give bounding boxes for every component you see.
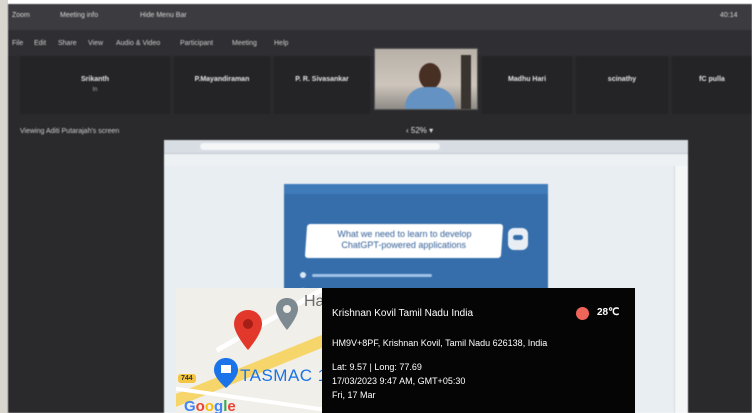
map-pin-icon [276, 298, 298, 330]
logo-letter: G [184, 398, 196, 413]
meeting-top-bar: Zoom Meeting info Hide Menu Bar 40:14 [8, 4, 752, 30]
gps-address: HM9V+8PF, Krishnan Kovil, Tamil Nadu 626… [332, 338, 548, 348]
participant-name: P.Mayandiraman [194, 76, 250, 83]
participant-tile[interactable]: Srikanth In [20, 56, 170, 114]
address-bar[interactable] [200, 143, 440, 150]
browser-toolbar [164, 154, 688, 166]
room-wall [0, 0, 8, 413]
bullet-icon [300, 272, 306, 278]
chevron-down-icon[interactable]: ▾ [427, 126, 433, 135]
participant-tile[interactable]: scinathy [576, 56, 668, 114]
participant-status: In [92, 87, 98, 93]
logo-letter: o [204, 398, 215, 413]
participant-name: Madhu Hari [507, 76, 547, 83]
participant-name: P. R. Sivasankar [295, 76, 349, 83]
participant-name: Srikanth [80, 76, 109, 83]
participant-body [405, 87, 455, 109]
map-poi-label: TASMAC 12 [240, 366, 326, 385]
participant-tile[interactable]: P.Mayandiraman [174, 56, 270, 114]
participant-tile[interactable]: P. R. Sivasankar [274, 56, 370, 114]
slide-bullet-text [312, 274, 432, 277]
viewing-screen-label: Viewing Aditi Putarajah's screen [20, 128, 120, 135]
participant-name: fC pulla [699, 76, 725, 83]
weather-icon [576, 307, 589, 320]
browser-chrome [164, 140, 688, 154]
gps-stamp-card: Krishnan Kovil Tamil Nadu India 28℃ HM9V… [322, 288, 635, 413]
menu-item-edit[interactable]: Edit [34, 40, 46, 47]
meeting-clock: 40:14 [720, 12, 738, 19]
menu-item-meeting[interactable]: Meeting [232, 40, 257, 47]
menu-item-participant[interactable]: Participant [180, 40, 213, 47]
participant-tile[interactable]: fC pulla [672, 56, 752, 114]
gps-datetime: 17/03/2023 9:47 AM, GMT+05:30 [332, 376, 466, 386]
participant-name: scinathy [607, 76, 637, 83]
menu-item-audio-video[interactable]: Audio & Video [116, 40, 160, 47]
gps-place-name: Krishnan Kovil Tamil Nadu India [332, 308, 474, 319]
road-number-badge: 744 [178, 374, 196, 383]
hide-menu-bar-button[interactable]: Hide Menu Bar [140, 12, 187, 19]
menu-item-view[interactable]: View [88, 40, 103, 47]
slide-title-line: What we need to learn to develop [337, 229, 472, 239]
meeting-info-button[interactable]: Meeting info [60, 12, 98, 19]
menu-item-help[interactable]: Help [274, 40, 288, 47]
google-logo: Google [184, 398, 236, 413]
app-tab[interactable]: Zoom [12, 12, 30, 19]
store-pin-icon [214, 358, 238, 388]
zoom-level-control[interactable]: ‹ 52% ▾ [406, 126, 433, 135]
participant-face [419, 63, 441, 89]
gps-coordinates: Lat: 9.57 | Long: 77.69 [332, 362, 422, 372]
gps-day: Fri, 17 Mar [332, 390, 376, 400]
slide-title: What we need to learn to develop ChatGPT… [304, 224, 504, 258]
menu-item-file[interactable]: File [12, 40, 23, 47]
logo-letter: g [214, 398, 224, 413]
gps-map-thumbnail: Ha 744 TASMAC 12 Google [176, 288, 326, 413]
participant-tile[interactable]: Madhu Hari [482, 56, 572, 114]
browser-side-panel [674, 166, 688, 413]
logo-letter: e [227, 398, 236, 413]
robot-icon [508, 228, 528, 250]
participant-video-tile[interactable] [374, 48, 478, 110]
zoom-level: 52% [410, 126, 427, 135]
slide-title-line: ChatGPT-powered applications [341, 240, 466, 250]
menu-item-share[interactable]: Share [58, 40, 77, 47]
gps-temperature: 28℃ [597, 307, 620, 318]
location-pin-icon [234, 310, 262, 350]
logo-letter: o [195, 398, 205, 413]
